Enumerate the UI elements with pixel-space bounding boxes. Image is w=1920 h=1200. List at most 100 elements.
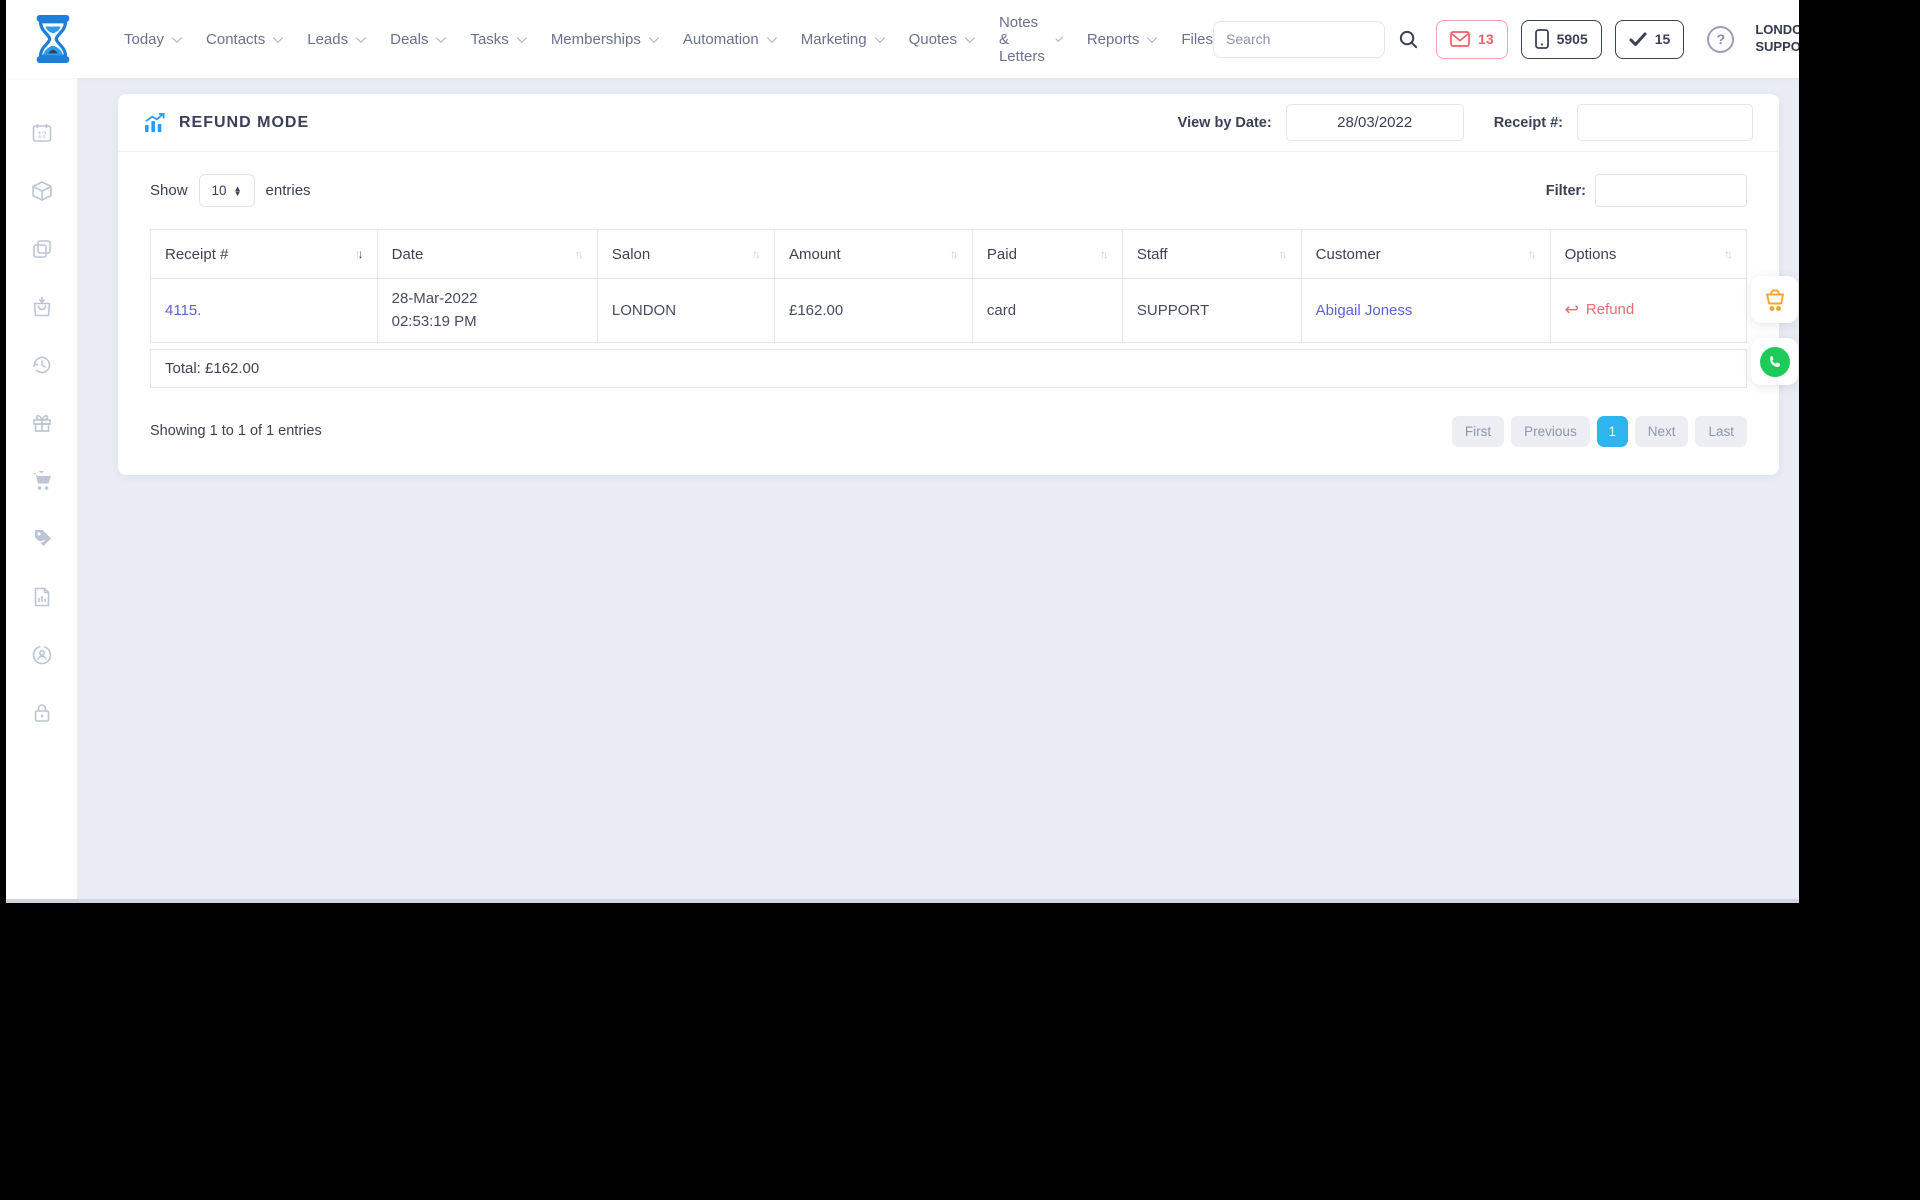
calendar-icon[interactable]: 12 — [30, 121, 54, 145]
svg-text:12: 12 — [37, 131, 46, 140]
sort-icon: ↑↓ — [1278, 247, 1288, 261]
card-body: Show 10 ▲ ▼ entries Filter: Receipt # ↑ … — [118, 152, 1779, 475]
copy-icon[interactable] — [30, 237, 54, 261]
nav-label: Reports — [1086, 30, 1140, 48]
col-staff[interactable]: Staff ↑↓ — [1121, 229, 1302, 279]
pagination: First Previous 1 Next Last — [1451, 415, 1747, 447]
col-label: Staff — [1136, 245, 1168, 263]
nav-contacts[interactable]: Contacts — [206, 30, 284, 48]
user-circle-icon[interactable] — [30, 643, 54, 667]
view-by-date-label: View by Date: — [1177, 114, 1272, 131]
search-icon[interactable] — [1398, 29, 1423, 50]
nav-label: Files — [1181, 30, 1214, 48]
receipt-link[interactable]: 4115. — [165, 302, 201, 319]
gift-icon[interactable] — [30, 411, 54, 435]
report-file-icon[interactable] — [30, 585, 54, 609]
floating-phone-button[interactable] — [1751, 338, 1798, 385]
check-icon — [1629, 32, 1647, 46]
user-name-line2: SUPPORT — [1755, 39, 1799, 54]
table-row: 4115. 28-Mar-2022 02:53:19 PM LONDON £16… — [150, 278, 1748, 343]
col-date[interactable]: Date ↑↓ — [376, 229, 598, 279]
calls-badge[interactable]: 5905 — [1520, 19, 1602, 59]
receipt-number-input[interactable] — [1577, 104, 1753, 141]
nav-label: Today — [124, 30, 165, 48]
refund-label: Refund — [1585, 301, 1635, 319]
phone-icon — [1534, 29, 1549, 49]
hourglass-logo-icon — [36, 15, 70, 63]
tags-icon[interactable] — [30, 527, 54, 551]
lock-icon[interactable] — [30, 701, 54, 725]
chevron-down-icon — [356, 32, 366, 43]
cell-receipt: 4115. — [150, 278, 378, 343]
col-paid[interactable]: Paid ↑↓ — [971, 229, 1123, 279]
col-amount[interactable]: Amount ↑↓ — [774, 229, 973, 279]
app-logo[interactable] — [30, 14, 76, 64]
refund-button[interactable]: ↩ Refund — [1565, 301, 1635, 318]
customer-link[interactable]: Abigail Joness — [1316, 302, 1413, 319]
pagination-next[interactable]: Next — [1634, 415, 1689, 447]
col-label: Date — [391, 245, 424, 263]
col-label: Customer — [1315, 245, 1381, 263]
pagination-page-1[interactable]: 1 — [1596, 415, 1628, 447]
header-filters: View by Date: Receipt #: — [1178, 104, 1753, 141]
nav-quotes[interactable]: Quotes — [909, 31, 975, 48]
date-line2: 02:53:19 PM — [391, 313, 477, 331]
nav-tasks[interactable]: Tasks — [470, 31, 527, 48]
pagination-last[interactable]: Last — [1695, 415, 1747, 447]
history-icon[interactable] — [30, 353, 54, 377]
whatsapp-phone-icon — [1759, 346, 1790, 377]
nav-marketing[interactable]: Marketing — [801, 31, 885, 48]
date-input[interactable] — [1285, 104, 1464, 141]
floating-cart-button[interactable] — [1751, 276, 1798, 323]
chevron-down-icon — [273, 32, 284, 43]
col-options[interactable]: Options ↑↓ — [1549, 229, 1748, 279]
pagination-previous[interactable]: Previous — [1511, 415, 1590, 447]
page-length-value: 10 — [211, 183, 227, 198]
tasks-badge[interactable]: 15 — [1614, 19, 1685, 59]
card-header: REFUND MODE View by Date: Receipt #: — [118, 94, 1779, 152]
messages-count: 13 — [1478, 31, 1494, 47]
envelope-icon — [1450, 31, 1470, 47]
nav-label: Notes & Letters — [998, 13, 1045, 65]
topbar-right-cluster: 13 5905 15 ? LONDON SUPPORT — [1213, 18, 1799, 60]
cart-icon[interactable] — [30, 469, 54, 493]
cube-icon[interactable] — [30, 179, 54, 203]
user-name-line1: LONDON — [1755, 22, 1799, 38]
chevron-down-icon — [766, 32, 777, 43]
pagination-first[interactable]: First — [1451, 415, 1505, 447]
help-icon[interactable]: ? — [1707, 25, 1735, 53]
date-line1: 28-Mar-2022 — [391, 290, 478, 307]
nav-notes-letters[interactable]: Notes & Letters — [998, 13, 1064, 65]
col-customer[interactable]: Customer ↑↓ — [1300, 229, 1551, 279]
nav-memberships[interactable]: Memberships — [551, 31, 659, 48]
sort-icon: ↑↓ — [1724, 247, 1733, 261]
nav-label: Contacts — [206, 30, 266, 48]
nav-files[interactable]: Files — [1181, 31, 1213, 48]
nav-deals[interactable]: Deals — [390, 31, 447, 48]
nav-automation[interactable]: Automation — [682, 30, 777, 48]
nav-label: Automation — [682, 30, 759, 48]
search-input[interactable] — [1226, 31, 1373, 47]
page-title: REFUND MODE — [144, 112, 309, 133]
sort-icon: ↑↓ — [752, 247, 761, 261]
show-label: Show — [150, 182, 188, 199]
col-salon[interactable]: Salon ↑↓ — [596, 229, 776, 279]
chevron-down-icon — [436, 32, 447, 43]
app-window: Today Contacts Leads Deals Tasks Members… — [6, 0, 1799, 903]
messages-badge[interactable]: 13 — [1436, 19, 1508, 59]
table-footer: Showing 1 to 1 of 1 entries First Previo… — [150, 415, 1747, 447]
nav-today[interactable]: Today — [124, 30, 182, 48]
col-label: Paid — [986, 245, 1017, 263]
nav-reports[interactable]: Reports — [1086, 30, 1158, 48]
search-input-wrap — [1213, 20, 1386, 58]
col-receipt[interactable]: Receipt # ↑ ↓ — [150, 229, 378, 279]
filter-label: Filter: — [1545, 182, 1586, 199]
bag-download-icon[interactable] — [30, 295, 54, 319]
cell-salon: LONDON — [596, 278, 776, 343]
nav-leads[interactable]: Leads — [307, 31, 366, 48]
chevron-down-icon — [516, 32, 527, 43]
refunds-table: Receipt # ↑ ↓ Date ↑↓ Salon ↑↓ Amount ↑↓ Paid… — [150, 229, 1748, 343]
filter-input[interactable] — [1595, 174, 1747, 207]
chevron-down-icon — [648, 32, 659, 43]
page-length-select[interactable]: 10 ▲ ▼ — [198, 174, 255, 207]
